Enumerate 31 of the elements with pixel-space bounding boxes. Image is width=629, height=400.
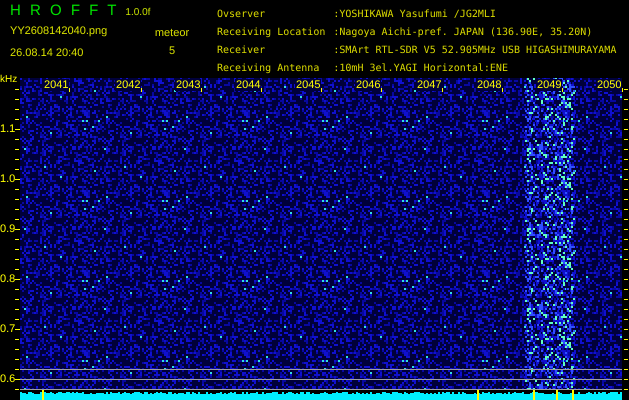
time-label: 2041 bbox=[43, 79, 70, 91]
time-label: 2046 bbox=[355, 79, 382, 91]
info-value: :Nagoya Aichi-pref. JAPAN (136.90E, 35.20N) bbox=[333, 26, 594, 40]
app-title: H R O F F T bbox=[10, 2, 118, 20]
time-label: 2050 bbox=[596, 79, 622, 91]
timestamp: 26.08.14 20:40 bbox=[10, 46, 84, 60]
info-label: Ovserver bbox=[217, 8, 266, 22]
time-label: 2043 bbox=[175, 79, 202, 91]
info-value: :10mH 3el.YAGI Horizontal:ENE bbox=[333, 62, 509, 76]
time-label: 2047 bbox=[416, 79, 442, 91]
frequency-label: 0.6 bbox=[0, 373, 16, 385]
frequency-label: 0.9 bbox=[0, 223, 16, 235]
frequency-label: 0.8 bbox=[0, 273, 16, 285]
frequency-label: 1.1 bbox=[0, 123, 16, 135]
info-value: :SMArt RTL-SDR V5 52.905MHz USB HIGASHIMURAYAMA bbox=[333, 44, 616, 58]
time-label: 2049 bbox=[536, 79, 562, 91]
time-label: 2048 bbox=[476, 79, 502, 91]
event-count: 5 bbox=[168, 44, 176, 58]
time-label: 2042 bbox=[115, 79, 142, 91]
unit-label: kHz bbox=[0, 74, 18, 86]
time-label: 2044 bbox=[235, 79, 262, 91]
time-label: 2045 bbox=[295, 79, 322, 91]
event-type-label: meteor bbox=[154, 26, 190, 40]
file-name: YY2608142040.png bbox=[10, 24, 108, 38]
frequency-label: 0.7 bbox=[0, 323, 16, 335]
info-label: Receiving Antenna bbox=[217, 62, 320, 76]
info-label: Receiving Location bbox=[217, 26, 326, 40]
info-label: Receiver bbox=[217, 44, 266, 58]
version-label: 1.0.0f bbox=[125, 6, 150, 20]
info-value: :YOSHIKAWA Yasufumi /JG2MLI bbox=[333, 8, 497, 22]
frequency-label: 1.0 bbox=[0, 173, 16, 185]
